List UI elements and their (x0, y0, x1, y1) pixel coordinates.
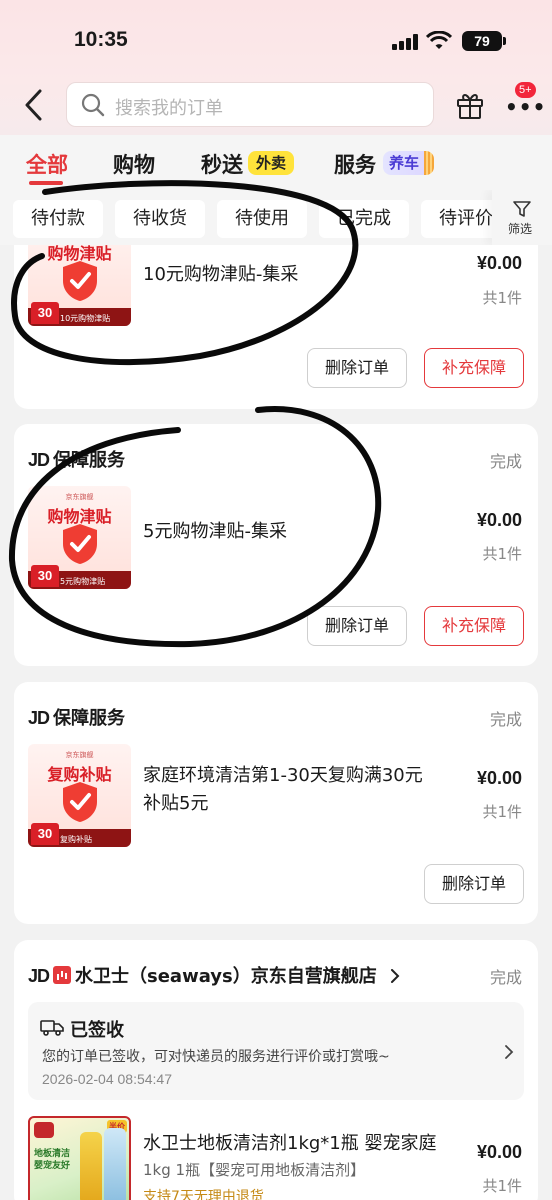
order-price: ¥0.00 (476, 1142, 522, 1162)
product-title-line-1[interactable]: 家庭环境清洁第1-30天复购满30元 (143, 762, 453, 790)
status-time: 10:35 (74, 28, 128, 51)
product-image-number: 30 (31, 823, 59, 845)
jd-logo: JD (28, 966, 50, 986)
order-card[interactable]: JD 保障服务 完成 京东旗舰 复购补贴 复购补贴 30 家庭环境清洁第1-30天… (14, 682, 538, 924)
order-quantity: 共1件 (482, 1177, 522, 1195)
order-status-filters: 待付款 待收货 待使用 已完成 待评价 筛选 (0, 190, 552, 245)
shop-name-text: 保障服务 (53, 450, 126, 471)
delete-order-button[interactable]: 删除订单 (424, 864, 524, 904)
tab-services[interactable]: 服务 (334, 149, 376, 179)
order-price: ¥0.00 (476, 768, 522, 788)
chevron-right-icon (391, 969, 400, 983)
tab-instant-delivery[interactable]: 秒送 (201, 149, 243, 179)
order-quantity: 共1件 (482, 545, 522, 563)
shop-name-text: 保障服务 (53, 708, 126, 729)
truck-icon (40, 1020, 64, 1036)
product-image-strip-label: 复购补贴 (60, 835, 92, 844)
order-card[interactable]: JD 保障服务 完成 京东旗舰 购物津贴 5元购物津贴 30 5元购物津贴-集采 … (14, 424, 538, 666)
order-status: 完成 (489, 968, 522, 987)
product-image-text: 地板清洁 婴宠友好 (34, 1149, 71, 1171)
car-pill-stripes (424, 151, 434, 175)
product-bottle (104, 1128, 126, 1200)
product-image[interactable]: 京东旗舰 购物津贴 5元购物津贴 30 (28, 486, 131, 589)
product-image-number: 30 (31, 565, 59, 587)
filter-completed[interactable]: 已完成 (319, 200, 409, 238)
wifi-icon (426, 31, 452, 49)
delete-order-button[interactable]: 删除订单 (307, 348, 407, 388)
order-card[interactable]: 购物津贴 10元购物津贴 30 10元购物津贴-集采 ¥0.00 共1件 删除订… (14, 245, 538, 409)
shield-icon (63, 782, 97, 822)
add-protection-button[interactable]: 补充保障 (424, 606, 524, 646)
shop-name[interactable]: JD 保障服务 (28, 446, 125, 472)
delivery-title: 已签收 (70, 1020, 124, 1041)
filter-pending-payment[interactable]: 待付款 (13, 200, 103, 238)
shop-name-text: 水卫士（seaways）京东自营旗舰店 (75, 966, 377, 987)
back-arrow-icon[interactable] (22, 88, 46, 122)
order-quantity: 共1件 (482, 803, 522, 821)
product-image-number: 30 (31, 302, 59, 324)
order-price: ¥0.00 (476, 510, 522, 530)
product-image-strip-label: 10元购物津贴 (60, 314, 111, 323)
filter-button[interactable]: 筛选 (492, 190, 552, 245)
shop-name[interactable]: JD 水卫士（seaways）京东自营旗舰店 (28, 962, 401, 988)
product-title-line-2[interactable]: 补贴5元 (143, 790, 453, 818)
filter-pending-use[interactable]: 待使用 (217, 200, 307, 238)
filter-pending-receipt[interactable]: 待收货 (115, 200, 205, 238)
funnel-icon (513, 201, 531, 217)
active-tab-indicator (29, 181, 63, 185)
takeout-pill: 外卖 (248, 151, 295, 175)
tab-shopping[interactable]: 购物 (113, 149, 155, 179)
gift-icon[interactable] (456, 90, 484, 120)
product-image-brand: 京东旗舰 (65, 493, 94, 501)
product-title[interactable]: 水卫士地板清洁剂1kg*1瓶 婴宠家庭 (143, 1130, 453, 1158)
product-title[interactable]: 10元购物津贴-集采 (143, 261, 453, 289)
brand-logo (34, 1122, 54, 1138)
search-icon (81, 93, 105, 117)
order-card[interactable]: JD 水卫士（seaways）京东自营旗舰店 完成 已签收 您的订单已签收，可对快… (14, 940, 538, 1200)
delivery-description: 您的订单已签收，可对快递员的服务进行评价或打赏哦~ (42, 1049, 390, 1065)
store-icon (53, 966, 72, 984)
delete-order-button[interactable]: 删除订单 (307, 606, 407, 646)
order-quantity: 共1件 (482, 289, 522, 307)
product-image-brand: 京东旗舰 (65, 751, 94, 759)
chevron-right-icon (505, 1045, 514, 1059)
product-bottle (80, 1132, 102, 1200)
more-dots-icon: ••• (505, 95, 547, 119)
order-status: 完成 (489, 452, 522, 471)
notification-badge: 5+ (515, 82, 536, 98)
status-bar: 10:35 79 (0, 28, 552, 58)
shield-icon (63, 261, 97, 301)
shield-icon (63, 524, 97, 564)
delivery-status-panel[interactable]: 已签收 您的订单已签收，可对快递员的服务进行评价或打赏哦~ 2026-02-04… (28, 1002, 524, 1100)
product-image[interactable]: 购物津贴 10元购物津贴 30 (28, 245, 131, 326)
tab-all[interactable]: 全部 (26, 149, 68, 179)
add-protection-button[interactable]: 补充保障 (424, 348, 524, 388)
product-image-strip-label: 5元购物津贴 (60, 577, 106, 586)
cellular-signal-icon (392, 34, 418, 50)
battery-indicator: 79 (462, 31, 506, 51)
product-image[interactable]: 半价 地板清洁 婴宠友好 (28, 1116, 131, 1200)
filter-label: 筛选 (508, 222, 533, 236)
product-title[interactable]: 5元购物津贴-集采 (143, 518, 453, 546)
jd-logo: JD (28, 708, 50, 728)
search-placeholder: 搜索我的订单 (115, 98, 223, 119)
order-status: 完成 (489, 710, 522, 729)
product-image[interactable]: 京东旗舰 复购补贴 复购补贴 30 (28, 744, 131, 847)
product-spec: 1kg 1瓶【婴宠可用地板清洁剂】 (143, 1161, 366, 1179)
jd-logo: JD (28, 450, 50, 470)
delivery-timestamp: 2026-02-04 08:54:47 (42, 1071, 172, 1087)
order-search-input[interactable]: 搜索我的订单 (66, 82, 434, 127)
order-price: ¥0.00 (476, 253, 522, 273)
shop-name[interactable]: JD 保障服务 (28, 704, 125, 730)
return-policy-note: 支持7天无理由退货 (143, 1189, 264, 1200)
